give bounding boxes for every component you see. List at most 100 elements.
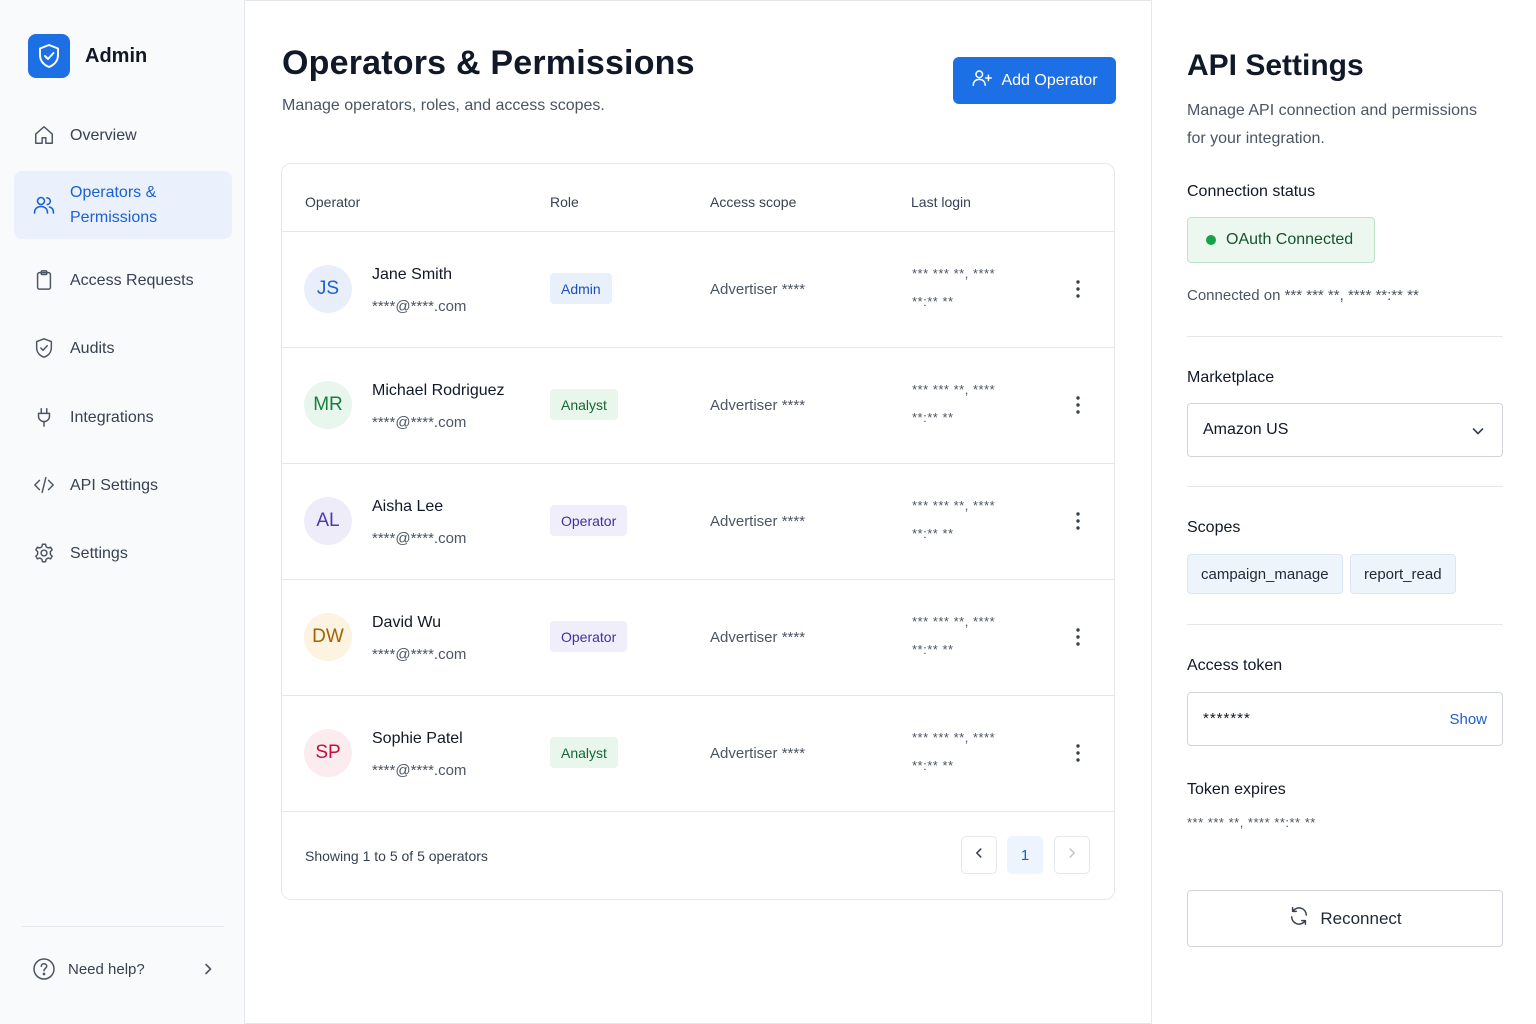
operator-email: ****@****.com <box>372 530 467 547</box>
last-login-date: *** *** **, **** <box>912 730 996 745</box>
more-vertical-icon[interactable] <box>1068 509 1088 533</box>
operators-table-card: Operator Role Access scope Last login JS… <box>281 163 1115 900</box>
token-expires-label: Token expires <box>1187 781 1286 798</box>
section-divider <box>1187 336 1503 337</box>
avatar: DW <box>304 613 352 661</box>
sidebar-item-operators-permissions[interactable]: Operators & Permissions <box>14 171 232 239</box>
role-badge: Analyst <box>550 389 618 420</box>
connection-status-label: Connection status <box>1187 183 1316 200</box>
api-settings-panel: API Settings Manage API connection and p… <box>1151 0 1536 1024</box>
last-login-date: *** *** **, **** <box>912 266 996 281</box>
avatar: JS <box>304 265 352 313</box>
home-icon <box>32 123 56 147</box>
operator-name: David Wu <box>372 614 442 631</box>
table-header: Operator Role Access scope Last login <box>282 164 1114 232</box>
status-text: OAuth Connected <box>1226 231 1354 248</box>
sidebar-item-settings[interactable]: Settings <box>14 528 232 578</box>
access-scope: Advertiser **** <box>710 745 806 762</box>
sidebar-item-overview[interactable]: Overview <box>14 110 232 160</box>
need-help-link[interactable]: Need help? <box>22 952 222 986</box>
brand: Admin <box>28 34 147 78</box>
shield-logo-icon <box>28 34 70 78</box>
pagination-page-button[interactable]: 1 <box>1007 836 1043 874</box>
role-badge: Analyst <box>550 737 618 768</box>
operator-email: ****@****.com <box>372 646 467 663</box>
role-badge: Operator <box>550 505 628 536</box>
more-vertical-icon[interactable] <box>1068 277 1088 301</box>
role-badge: Operator <box>550 621 628 652</box>
reconnect-button[interactable]: Reconnect <box>1187 890 1503 947</box>
gear-icon <box>32 541 56 565</box>
scope-chip: report_read <box>1350 554 1456 594</box>
last-login-time: **:** ** <box>912 526 954 541</box>
operator-email: ****@****.com <box>372 762 467 779</box>
reconnect-label: Reconnect <box>1320 908 1402 928</box>
user-plus-icon <box>971 67 993 94</box>
role-badge: Admin <box>550 273 612 304</box>
need-help-label: Need help? <box>68 960 145 978</box>
avatar: SP <box>304 729 352 777</box>
last-login-time: **:** ** <box>912 410 954 425</box>
brand-name: Admin <box>85 44 148 67</box>
chevron-down-icon <box>1470 423 1486 439</box>
avatar: MR <box>304 381 352 429</box>
section-divider <box>1187 624 1503 625</box>
last-login-time: **:** ** <box>912 758 954 773</box>
refresh-icon <box>1288 905 1310 932</box>
last-login-date: *** *** **, **** <box>912 614 996 629</box>
pagination-prev-button[interactable] <box>961 836 997 874</box>
code-icon <box>32 473 56 497</box>
plug-icon <box>32 405 56 429</box>
access-token-field[interactable]: ******* Show <box>1187 692 1503 746</box>
operator-name: Michael Rodriguez <box>372 382 505 399</box>
shield-check-icon <box>32 336 56 360</box>
marketplace-label: Marketplace <box>1187 369 1275 386</box>
sidebar-item-api-settings[interactable]: API Settings <box>14 460 232 510</box>
sidebar-item-label: Overview <box>70 126 137 144</box>
access-scope: Advertiser **** <box>710 513 806 530</box>
column-header-operator: Operator <box>305 194 361 210</box>
marketplace-value: Amazon US <box>1203 421 1289 438</box>
more-vertical-icon[interactable] <box>1068 625 1088 649</box>
sidebar-item-audits[interactable]: Audits <box>14 323 232 373</box>
more-vertical-icon[interactable] <box>1068 393 1088 417</box>
show-token-button[interactable]: Show <box>1449 711 1487 728</box>
table-row[interactable]: AL Aisha Lee ****@****.com Operator Adve… <box>282 464 1114 580</box>
chevron-right-icon <box>1065 846 1079 864</box>
users-icon <box>32 193 56 217</box>
help-circle-icon <box>32 957 56 981</box>
main-content: Operators & Permissions Manage operators… <box>245 0 1151 1024</box>
table-row[interactable]: JS Jane Smith ****@****.com Admin Advert… <box>282 232 1114 348</box>
sidebar: Admin Overview Operators & Permissions A… <box>0 0 245 1024</box>
column-header-last-login: Last login <box>911 194 971 210</box>
panel-description: Manage API connection and permissions fo… <box>1187 102 1477 147</box>
sidebar-item-label: Access Requests <box>70 271 194 289</box>
add-operator-label: Add Operator <box>1001 71 1098 89</box>
table-row[interactable]: MR Michael Rodriguez ****@****.com Analy… <box>282 348 1114 464</box>
operator-name: Aisha Lee <box>372 498 444 515</box>
table-row[interactable]: SP Sophie Patel ****@****.com Analyst Ad… <box>282 696 1114 812</box>
connection-status-badge: OAuth Connected <box>1187 217 1375 263</box>
scope-chip: campaign_manage <box>1187 554 1343 594</box>
access-token-label: Access token <box>1187 657 1283 674</box>
more-vertical-icon[interactable] <box>1068 741 1088 765</box>
operator-email: ****@****.com <box>372 298 467 315</box>
marketplace-select[interactable]: Amazon US <box>1187 403 1503 457</box>
pagination-next-button[interactable] <box>1054 836 1090 874</box>
sidebar-divider <box>22 926 224 927</box>
chevron-left-icon <box>972 846 986 864</box>
sidebar-item-access-requests[interactable]: Access Requests <box>14 255 232 305</box>
operator-name: Sophie Patel <box>372 730 463 747</box>
sidebar-item-integrations[interactable]: Integrations <box>14 392 232 442</box>
avatar: AL <box>304 497 352 545</box>
page-subtitle: Manage operators, roles, and access scop… <box>282 97 605 114</box>
access-token-value: ******* <box>1203 710 1251 727</box>
last-login-date: *** *** **, **** <box>912 498 996 513</box>
column-header-role: Role <box>550 194 579 210</box>
pagination-summary: Showing 1 to 5 of 5 operators <box>305 848 488 864</box>
last-login-time: **:** ** <box>912 294 954 309</box>
access-scope: Advertiser **** <box>710 281 806 298</box>
add-operator-button[interactable]: Add Operator <box>953 57 1116 104</box>
table-row[interactable]: DW David Wu ****@****.com Operator Adver… <box>282 580 1114 696</box>
token-expires-value: *** *** **, **** **:** ** <box>1187 815 1316 830</box>
